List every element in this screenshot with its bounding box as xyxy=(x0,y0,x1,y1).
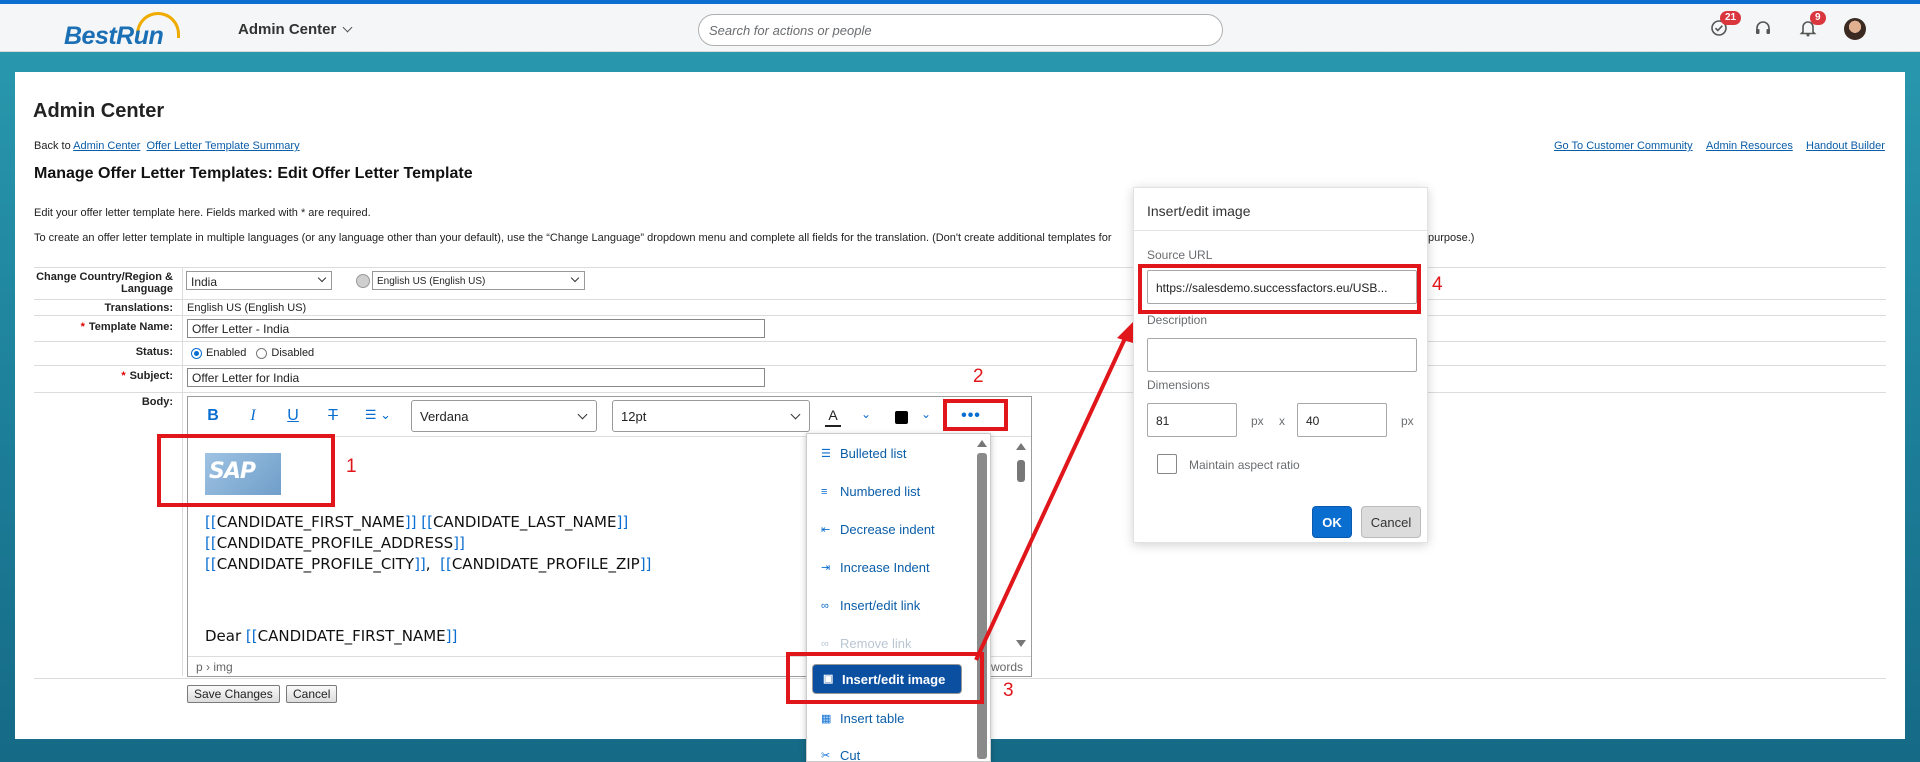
annotation-arrow xyxy=(974,322,1133,661)
